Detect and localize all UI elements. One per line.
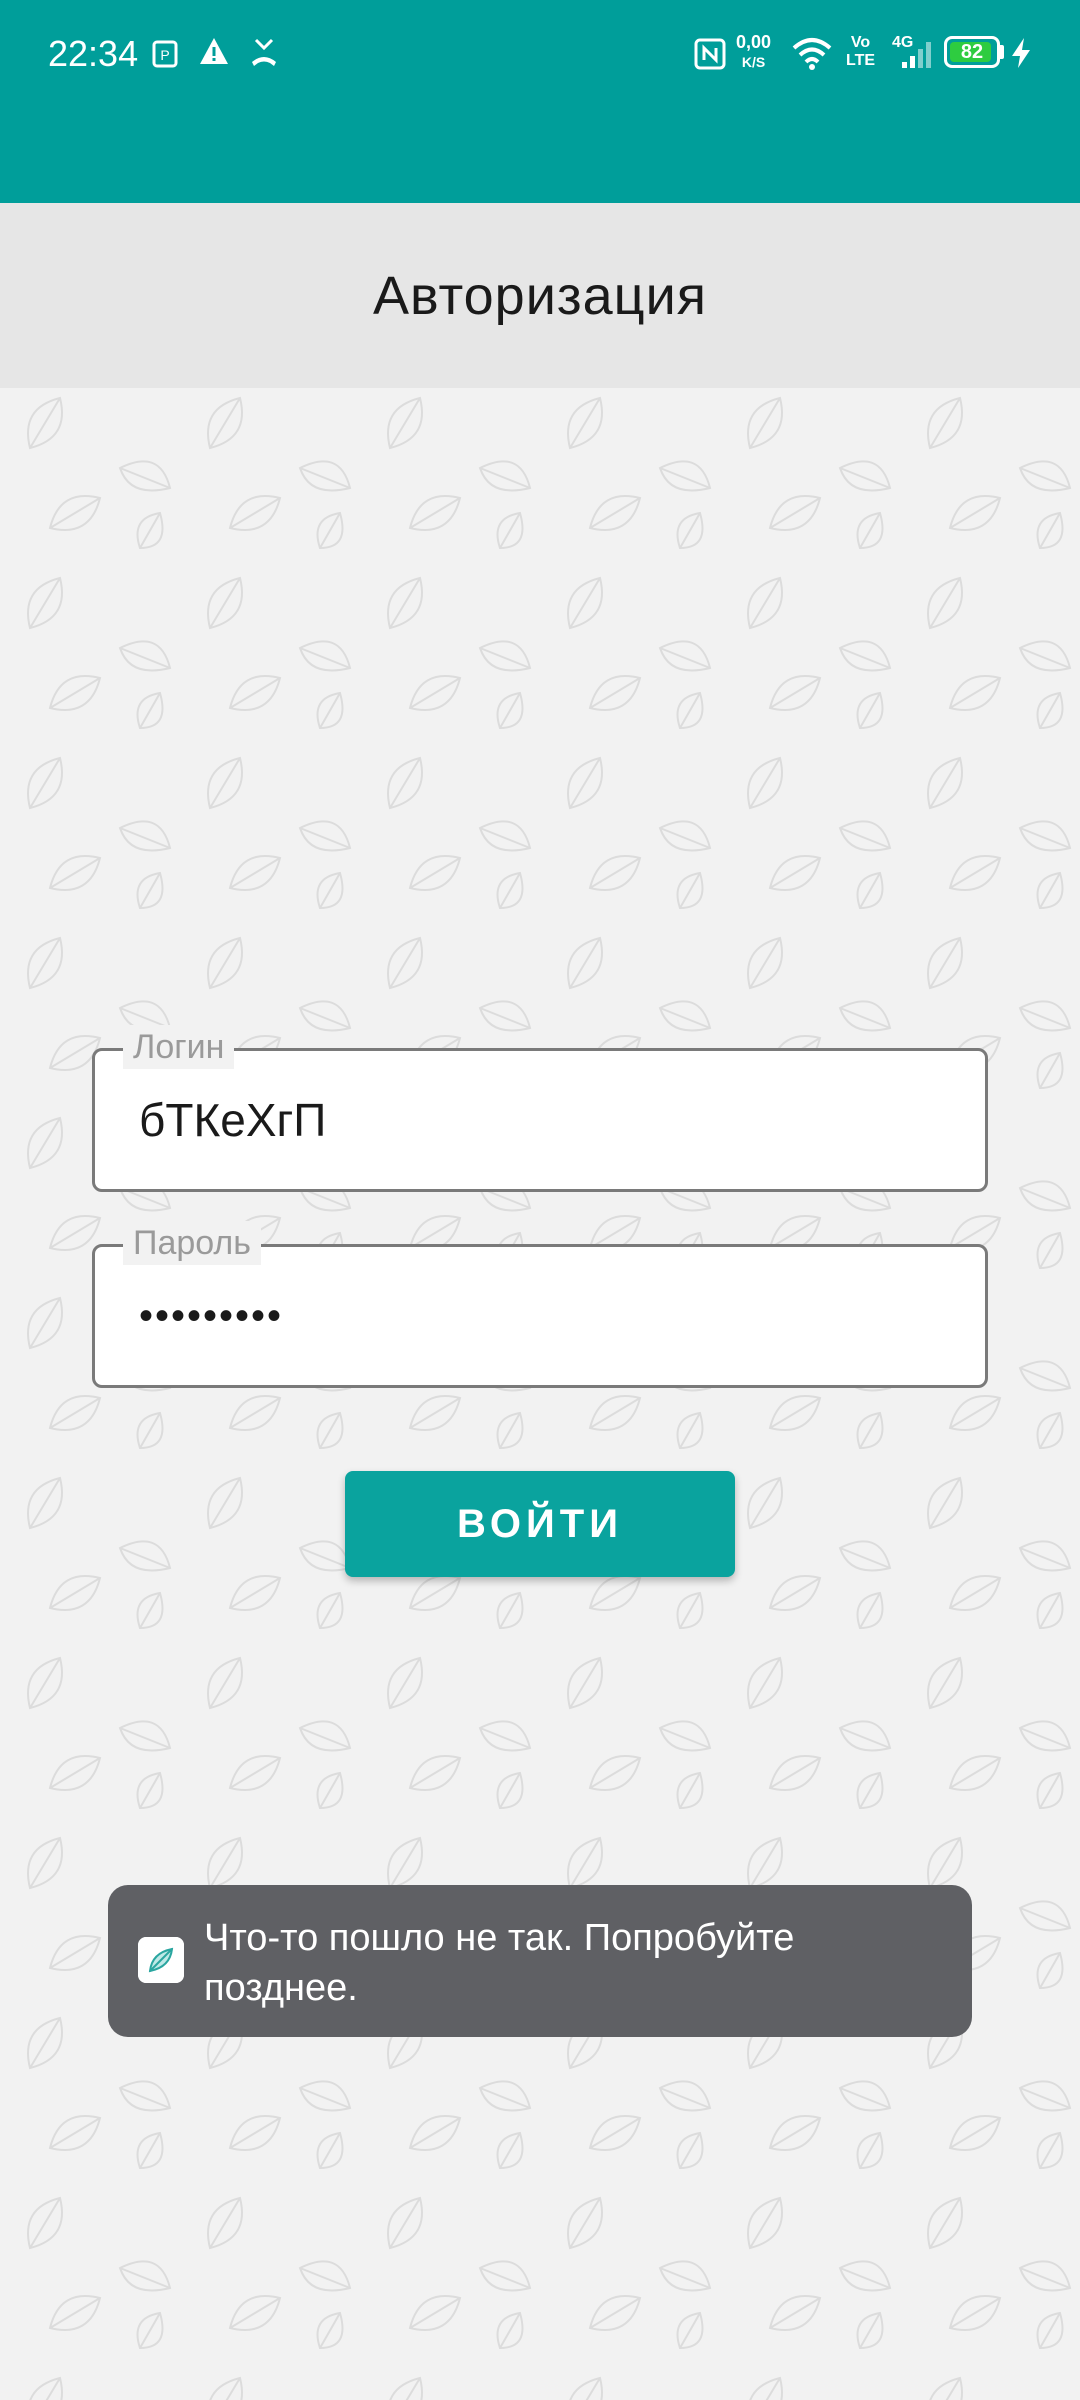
battery-tip [1000, 45, 1004, 59]
login-button[interactable]: ВОЙТИ [345, 1471, 735, 1577]
leaf-pattern-background [0, 388, 1080, 2400]
net-speed: 0,00 K/S [736, 32, 771, 72]
volte-indicator: Vo LTE [846, 34, 875, 70]
missed-call-icon [252, 38, 276, 66]
signal-icon [902, 42, 931, 68]
volte-top: Vo [850, 34, 871, 51]
toast-message: Что-то пошло не так. Попробуйте позднее. [204, 1917, 795, 2009]
app-bar: Авторизация [0, 203, 1080, 388]
password-field[interactable]: Пароль ••••••••• [92, 1221, 988, 1388]
charging-icon [1012, 38, 1030, 68]
volte-bottom: LTE [846, 52, 876, 69]
page-title: Авторизация [373, 265, 707, 326]
login-input[interactable]: бТКеХгП [139, 1051, 965, 1189]
wifi-icon [792, 38, 832, 70]
error-toast: Что-то пошло не так. Попробуйте позднее. [108, 1885, 972, 2037]
nfc-icon [694, 38, 726, 70]
status-bar: 22:34 P 0,00 K/S Vo LTE 4G 82 [0, 0, 1080, 203]
status-time: 22:34 [48, 33, 139, 74]
battery-indicator: 82 [944, 36, 1000, 68]
login-field[interactable]: Логин бТКеХгП [92, 1025, 988, 1192]
battery-percent: 82 [960, 41, 984, 63]
password-input[interactable]: ••••••••• [139, 1247, 965, 1385]
net-speed-value: 0,00 [736, 32, 772, 52]
warning-icon [200, 38, 228, 64]
login-screen [0, 388, 1080, 2400]
sim-card-icon: P [152, 40, 178, 68]
svg-text:P: P [160, 47, 169, 63]
net-speed-unit: K/S [741, 54, 766, 70]
app-icon [138, 1937, 184, 1983]
